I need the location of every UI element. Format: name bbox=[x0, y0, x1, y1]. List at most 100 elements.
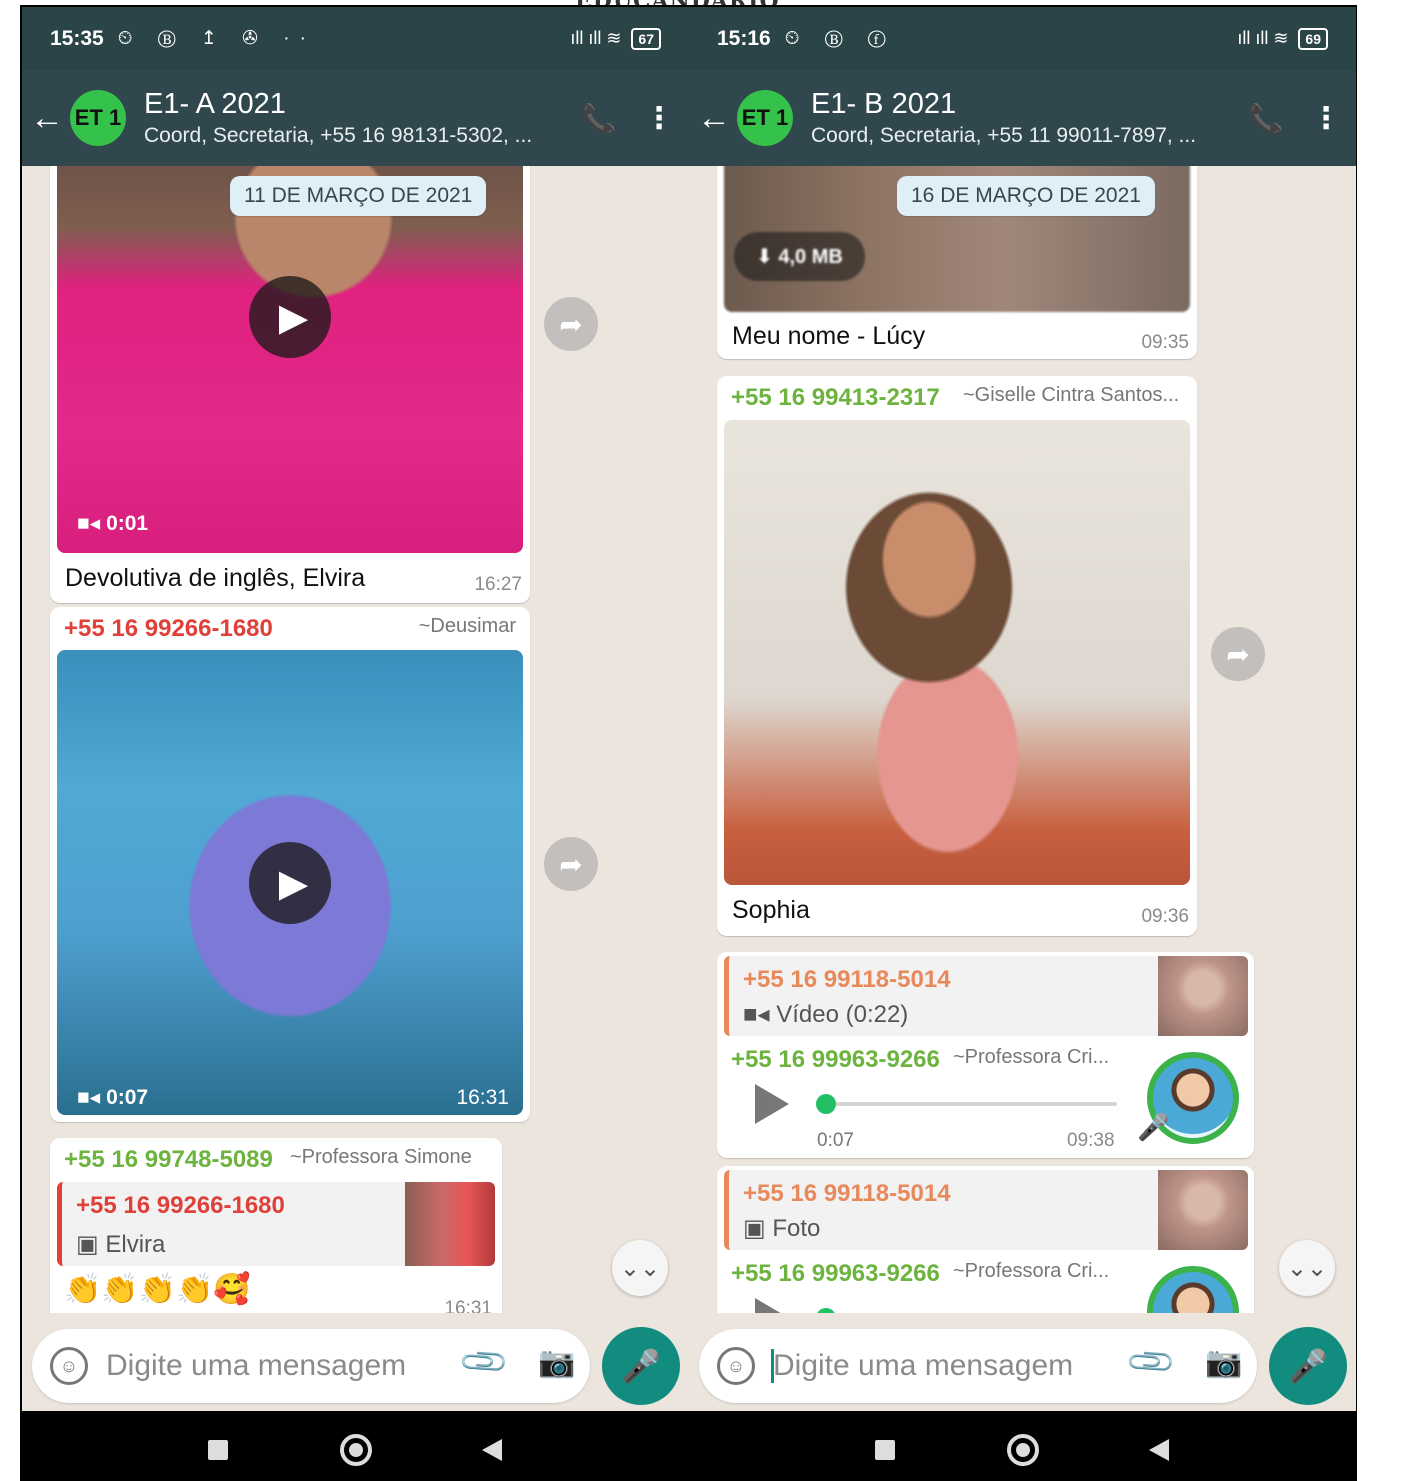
message-input[interactable]: ☺ Digite uma mensagem 📎 📷 bbox=[699, 1329, 1257, 1403]
system-nav-bar bbox=[22, 1411, 689, 1481]
signal-wifi-icons: ıll ıll ≋ bbox=[1237, 28, 1289, 48]
quoted-message[interactable]: +55 16 99118-5014 ▣ Foto bbox=[724, 1170, 1248, 1250]
forward-icon[interactable]: ➦ bbox=[544, 837, 598, 891]
sender-number[interactable]: +55 16 99748-5089 bbox=[64, 1146, 273, 1174]
forward-icon[interactable]: ➦ bbox=[544, 297, 598, 351]
sender-number[interactable]: +55 16 99413-2317 bbox=[731, 384, 940, 412]
chat-area[interactable]: ⬇ 4,0 MB Meu nome - Lúcy 09:35 16 DE MAR… bbox=[689, 166, 1356, 1313]
chat-participants: Coord, Secretaria, +55 16 98131-5302, ..… bbox=[144, 124, 533, 147]
audio-duration: 0:07 bbox=[817, 1130, 854, 1151]
recents-icon[interactable] bbox=[875, 1440, 895, 1460]
sender-name: ~Professora Cri... bbox=[953, 1260, 1110, 1282]
quoted-sender: +55 16 99118-5014 bbox=[743, 1180, 951, 1207]
message-caption: Devolutiva de inglês, Elvira bbox=[65, 564, 366, 592]
play-icon[interactable]: ▶ bbox=[249, 842, 331, 924]
more-options-icon[interactable]: ⋮ bbox=[629, 101, 689, 136]
audio-play-icon[interactable] bbox=[755, 1084, 789, 1124]
sender-name: ~Professora Simone bbox=[290, 1146, 472, 1168]
attach-icon[interactable]: 📎 bbox=[456, 1334, 511, 1389]
message-composer: ☺ Digite uma mensagem 📎 📷 🎤 bbox=[689, 1313, 1356, 1411]
sender-name: ~Deusimar bbox=[418, 615, 516, 637]
emoji-icon[interactable]: ☺ bbox=[50, 1347, 88, 1385]
camera-icon[interactable]: 📷 bbox=[1205, 1345, 1242, 1380]
sender-avatar bbox=[1147, 1266, 1239, 1313]
message-bubble[interactable]: +55 16 99748-5089 ~Professora Simone +55… bbox=[50, 1138, 502, 1313]
quoted-text: ▣ Elvira bbox=[76, 1230, 165, 1259]
mic-button[interactable]: 🎤 bbox=[602, 1327, 680, 1405]
system-nav-bar bbox=[689, 1411, 1356, 1481]
home-icon[interactable] bbox=[340, 1434, 372, 1466]
status-right-icons: ıll ıll ≋ 69 bbox=[1237, 27, 1328, 50]
scroll-down-button[interactable]: ⌄⌄ bbox=[612, 1240, 668, 1296]
audio-progress-handle[interactable] bbox=[816, 1094, 836, 1114]
video-thumbnail[interactable]: ▶ ■◂ 0:07 16:31 bbox=[57, 650, 523, 1115]
quoted-text: ▣ Foto bbox=[743, 1214, 820, 1243]
chat-header: ← ET 1 E1- A 2021 Coord, Secretaria, +55… bbox=[22, 70, 689, 166]
message-bubble[interactable]: +55 16 99266-1680 ~Deusimar ▶ ■◂ 0:07 16… bbox=[50, 607, 530, 1122]
chat-title: E1- A 2021 bbox=[144, 88, 286, 120]
camera-icon[interactable]: 📷 bbox=[538, 1345, 575, 1380]
audio-play-icon[interactable] bbox=[755, 1298, 789, 1313]
message-time: 09:36 bbox=[1141, 906, 1189, 927]
photo[interactable] bbox=[724, 420, 1190, 885]
quoted-sender: +55 16 99118-5014 bbox=[743, 966, 951, 993]
back-arrow-icon[interactable]: ← bbox=[697, 101, 737, 135]
back-arrow-icon[interactable]: ← bbox=[30, 101, 70, 135]
message-text: 👏👏👏👏🥰 bbox=[64, 1273, 251, 1306]
sender-name: ~Giselle Cintra Santos... bbox=[963, 384, 1180, 406]
nav-back-icon[interactable] bbox=[482, 1439, 502, 1461]
recents-icon[interactable] bbox=[208, 1440, 228, 1460]
status-bar: 15:16 ⏲ Ⓑ ⓕ ıll ıll ≋ 69 bbox=[689, 7, 1356, 70]
home-icon[interactable] bbox=[1007, 1434, 1039, 1466]
mic-icon: 🎤 bbox=[1137, 1112, 1170, 1142]
quoted-sender: +55 16 99266-1680 bbox=[76, 1192, 285, 1219]
emoji-icon[interactable]: ☺ bbox=[717, 1347, 755, 1385]
more-options-icon[interactable]: ⋮ bbox=[1296, 101, 1356, 136]
message-time: 16:31 bbox=[456, 1086, 509, 1109]
message-bubble[interactable]: +55 16 99118-5014 ■◂ Vídeo (0:22) +55 16… bbox=[717, 952, 1254, 1158]
group-avatar[interactable]: ET 1 bbox=[737, 90, 793, 146]
nav-back-icon[interactable] bbox=[1149, 1439, 1169, 1461]
sender-number[interactable]: +55 16 99963-9266 bbox=[731, 1260, 940, 1288]
video-camera-icon: ■◂ bbox=[77, 512, 101, 535]
quoted-message[interactable]: +55 16 99266-1680 ▣ Elvira bbox=[57, 1182, 495, 1266]
video-duration-text: 0:01 bbox=[106, 512, 149, 535]
status-bar: 15:35 ⏲ Ⓑ ↥ ✇ ·· ıll ıll ≋ 67 bbox=[22, 7, 689, 70]
mic-button[interactable]: 🎤 bbox=[1269, 1327, 1347, 1405]
attach-icon[interactable]: 📎 bbox=[1123, 1334, 1178, 1389]
status-time: 15:16 bbox=[717, 26, 771, 50]
scroll-down-button[interactable]: ⌄⌄ bbox=[1279, 1240, 1335, 1296]
forward-icon[interactable]: ➦ bbox=[1211, 627, 1265, 681]
sender-number[interactable]: +55 16 99266-1680 bbox=[64, 615, 273, 643]
download-button[interactable]: ⬇ 4,0 MB bbox=[734, 232, 865, 281]
chat-title: E1- B 2021 bbox=[811, 88, 957, 120]
chat-header: ← ET 1 E1- B 2021 Coord, Secretaria, +55… bbox=[689, 70, 1356, 166]
chat-area[interactable]: ▶ ■◂ 0:01 Devolutiva de inglês, Elvira 1… bbox=[22, 166, 689, 1313]
status-time: 15:35 bbox=[50, 26, 104, 50]
image-icon: ▣ bbox=[76, 1231, 99, 1258]
status-notification-icons: ⏲ Ⓑ ⓕ bbox=[784, 27, 896, 49]
video-duration: ■◂ 0:07 bbox=[77, 1085, 148, 1110]
add-call-icon[interactable]: 📞 bbox=[569, 102, 629, 135]
status-notification-icons: ⏲ Ⓑ ↥ ✇ ·· bbox=[117, 28, 316, 49]
message-placeholder: Digite uma mensagem bbox=[773, 1349, 1074, 1382]
battery-icon: 69 bbox=[1298, 27, 1328, 50]
message-time: 09:38 bbox=[1067, 1130, 1115, 1151]
message-time: 16:27 bbox=[474, 574, 522, 595]
add-call-icon[interactable]: 📞 bbox=[1236, 102, 1296, 135]
message-bubble[interactable]: +55 16 99118-5014 ▣ Foto +55 16 99963-92… bbox=[717, 1166, 1254, 1313]
chat-title-block[interactable]: E1- A 2021 Coord, Secretaria, +55 16 981… bbox=[144, 86, 569, 150]
quoted-text-label: Vídeo (0:22) bbox=[776, 1001, 909, 1028]
video-thumbnail[interactable]: ▶ ■◂ 0:01 bbox=[57, 166, 523, 553]
message-bubble[interactable]: ▶ ■◂ 0:01 Devolutiva de inglês, Elvira 1… bbox=[50, 166, 530, 603]
quoted-message[interactable]: +55 16 99118-5014 ■◂ Vídeo (0:22) bbox=[724, 956, 1248, 1036]
chat-title-block[interactable]: E1- B 2021 Coord, Secretaria, +55 11 990… bbox=[811, 86, 1236, 150]
image-icon: ▣ bbox=[743, 1215, 766, 1242]
group-avatar[interactable]: ET 1 bbox=[70, 90, 126, 146]
message-bubble[interactable]: +55 16 99413-2317 ~Giselle Cintra Santos… bbox=[717, 376, 1197, 936]
sender-number[interactable]: +55 16 99963-9266 bbox=[731, 1046, 940, 1074]
play-icon[interactable]: ▶ bbox=[249, 276, 331, 358]
audio-progress-track[interactable] bbox=[817, 1102, 1117, 1106]
message-input[interactable]: ☺ Digite uma mensagem 📎 📷 bbox=[32, 1329, 590, 1403]
quoted-text-label: Foto bbox=[772, 1215, 821, 1242]
